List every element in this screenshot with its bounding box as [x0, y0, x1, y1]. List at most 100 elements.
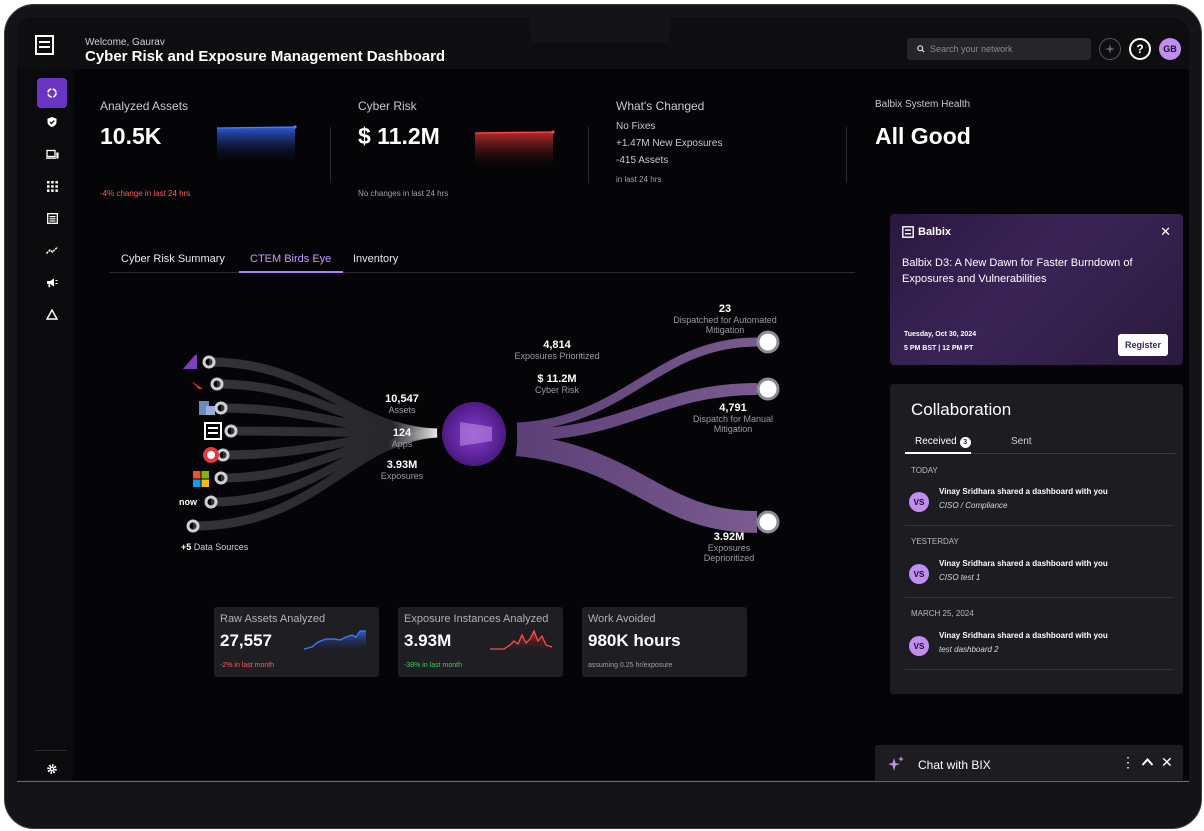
card-exposure-instances[interactable]: Exposure Instances Analyzed 3.93M -38% i… — [398, 607, 563, 677]
help-button[interactable]: ? — [1129, 38, 1151, 60]
tab-received-label: Received — [915, 436, 957, 447]
collab-item[interactable]: VS Vinay Sridhara shared a dashboard wit… — [909, 629, 1173, 669]
collab-item-text: Vinay Sridhara shared a dashboard with y… — [939, 631, 1108, 640]
user-avatar[interactable]: GB — [1159, 38, 1181, 60]
source-logo-purple-icon — [183, 355, 197, 369]
promo-brand-label: Balbix — [918, 226, 952, 238]
metric-divider — [846, 127, 847, 183]
promo-date: Tuesday, Oct 30, 2024 — [904, 331, 977, 338]
flow-manual-label-2: Mitigation — [713, 424, 753, 434]
flow-manual-label: Dispatch for Manual — [692, 414, 774, 424]
card-work-avoided[interactable]: Work Avoided 980K hours assuming 0.25 hr… — [582, 607, 747, 677]
metric-cyber-risk[interactable]: Cyber Risk $ 11.2M No changes in last 24… — [344, 83, 584, 207]
tab-received[interactable]: Received 3 — [915, 436, 971, 448]
avatar: VS — [909, 636, 929, 656]
source-logo-microsoft-icon — [193, 471, 209, 487]
flow-deprioritized-value: 3.92M — [713, 531, 745, 543]
collab-item[interactable]: VS Vinay Sridhara shared a dashboard wit… — [909, 557, 1173, 597]
metric-label: Cyber Risk — [358, 99, 417, 113]
new-exposures-text: +1.47M New Exposures — [616, 138, 723, 149]
metric-value: All Good — [875, 123, 971, 149]
close-icon[interactable]: ✕ — [1160, 224, 1171, 240]
megaphone-icon — [46, 278, 57, 287]
flow-assets: 10,547 Assets — [362, 393, 442, 415]
metric-whats-changed[interactable]: What's Changed No Fixes +1.47M New Expos… — [602, 83, 842, 207]
collab-item-text: Vinay Sridhara shared a dashboard with y… — [939, 559, 1108, 568]
card-value: 3.93M — [404, 631, 452, 650]
trend-icon — [45, 246, 58, 255]
sidebar-item-apps[interactable] — [37, 171, 67, 201]
sidebar-item-trends[interactable] — [37, 235, 67, 265]
more-vertical-icon[interactable]: ⋮ — [1121, 754, 1135, 771]
warning-triangle-icon — [46, 308, 58, 320]
metric-label: Analyzed Assets — [100, 99, 189, 113]
active-collab-tab-underline — [905, 452, 971, 454]
tab-inventory[interactable]: Inventory — [353, 253, 398, 265]
avatar: VS — [909, 492, 929, 512]
chevron-up-icon[interactable] — [1141, 754, 1154, 770]
collab-item[interactable]: VS Vinay Sridhara shared a dashboard wit… — [909, 485, 1173, 525]
sidebar-item-dashboard[interactable] — [37, 78, 67, 108]
sidebar-item-alerts[interactable] — [37, 299, 67, 329]
hub-funnel — [460, 422, 492, 446]
more-sources-count: +5 — [181, 542, 192, 552]
card-note: assuming 0.25 hr/exposure — [588, 662, 673, 669]
source-logo-qualys-icon — [203, 447, 219, 463]
devices-icon — [45, 149, 59, 159]
sidebar-item-announcements[interactable] — [37, 267, 67, 297]
flow-hub — [442, 402, 506, 466]
collaboration-panel: Collaboration Received 3 Sent TODAY VS Vi… — [890, 384, 1183, 694]
collab-item-text: Vinay Sridhara shared a dashboard with y… — [939, 487, 1108, 496]
flow-manual-value: 4,791 — [719, 402, 747, 414]
metric-label: Balbix System Health — [875, 99, 971, 110]
tab-ctem-birds-eye[interactable]: CTEM Birds Eye — [250, 253, 331, 265]
flow-prioritized-label: Exposures Prioritized — [514, 351, 600, 361]
screen: Welcome, Gaurav Cyber Risk and Exposure … — [17, 17, 1189, 780]
assets-sparkline — [217, 125, 297, 163]
register-button[interactable]: Register — [1118, 334, 1168, 356]
divider — [905, 525, 1173, 526]
no-fixes-text: No Fixes — [616, 121, 656, 132]
metric-change: -4% change in last 24 hrs — [100, 189, 191, 198]
source-logo-balbix-icon — [204, 422, 222, 440]
tab-cyber-risk-summary[interactable]: Cyber Risk Summary — [121, 253, 225, 265]
balbix-logo-icon[interactable] — [35, 35, 54, 55]
screen-bottom-edge — [17, 781, 1189, 782]
card-label: Work Avoided — [588, 613, 656, 625]
chat-widget[interactable]: Chat with BIX ⋮ ✕ — [875, 745, 1183, 780]
flow-manual: 4,791 Dispatch for Manual Mitigation — [673, 402, 793, 434]
flow-automated-label: Dispatched for Automated — [673, 315, 777, 325]
flow-exposures-label: Exposures — [380, 471, 424, 481]
collab-item-dashboard: test dashboard 2 — [939, 645, 999, 654]
sidebar-item-settings[interactable] — [37, 754, 67, 780]
sparkle-icon — [888, 756, 904, 771]
card-raw-assets[interactable]: Raw Assets Analyzed 27,557 -2% in last m… — [214, 607, 379, 677]
source-logo-servicenow-icon: now — [179, 497, 197, 507]
search-input[interactable]: Search your network — [907, 38, 1091, 60]
sidebar-item-security[interactable] — [37, 107, 67, 137]
flow-automated-value: 23 — [718, 303, 732, 315]
sidebar-item-reports[interactable] — [37, 203, 67, 233]
flow-apps-label: Apps — [391, 439, 413, 449]
sparkle-icon — [1105, 44, 1115, 54]
divider — [905, 669, 1173, 670]
collab-item-dashboard: CISO / Compliance — [939, 501, 1008, 510]
card-label: Raw Assets Analyzed — [220, 613, 326, 625]
source-logo-red-arrow-icon — [191, 381, 203, 393]
flow-prioritized: 4,814 Exposures Prioritized — [497, 339, 617, 361]
flow-assets-value: 10,547 — [385, 393, 419, 405]
group-label-march: MARCH 25, 2024 — [911, 609, 974, 618]
metric-system-health[interactable]: Balbix System Health All Good — [861, 83, 1101, 207]
sidebar — [17, 69, 73, 780]
card-sparkline — [490, 629, 553, 653]
close-chat-icon[interactable]: ✕ — [1161, 754, 1173, 771]
apps-grid-icon — [46, 180, 58, 192]
metric-analyzed-assets[interactable]: Analyzed Assets 10.5K -4% change in last… — [86, 83, 326, 207]
metric-value: $ 11.2M — [358, 123, 440, 149]
sparkle-button[interactable] — [1099, 38, 1121, 60]
active-tab-underline — [239, 271, 343, 273]
sidebar-item-devices[interactable] — [37, 139, 67, 169]
flow-deprioritized: 3.92M Exposures Deprioritized — [689, 531, 769, 563]
tab-sent[interactable]: Sent — [1011, 436, 1032, 447]
assets-change-text: -415 Assets — [616, 155, 669, 166]
